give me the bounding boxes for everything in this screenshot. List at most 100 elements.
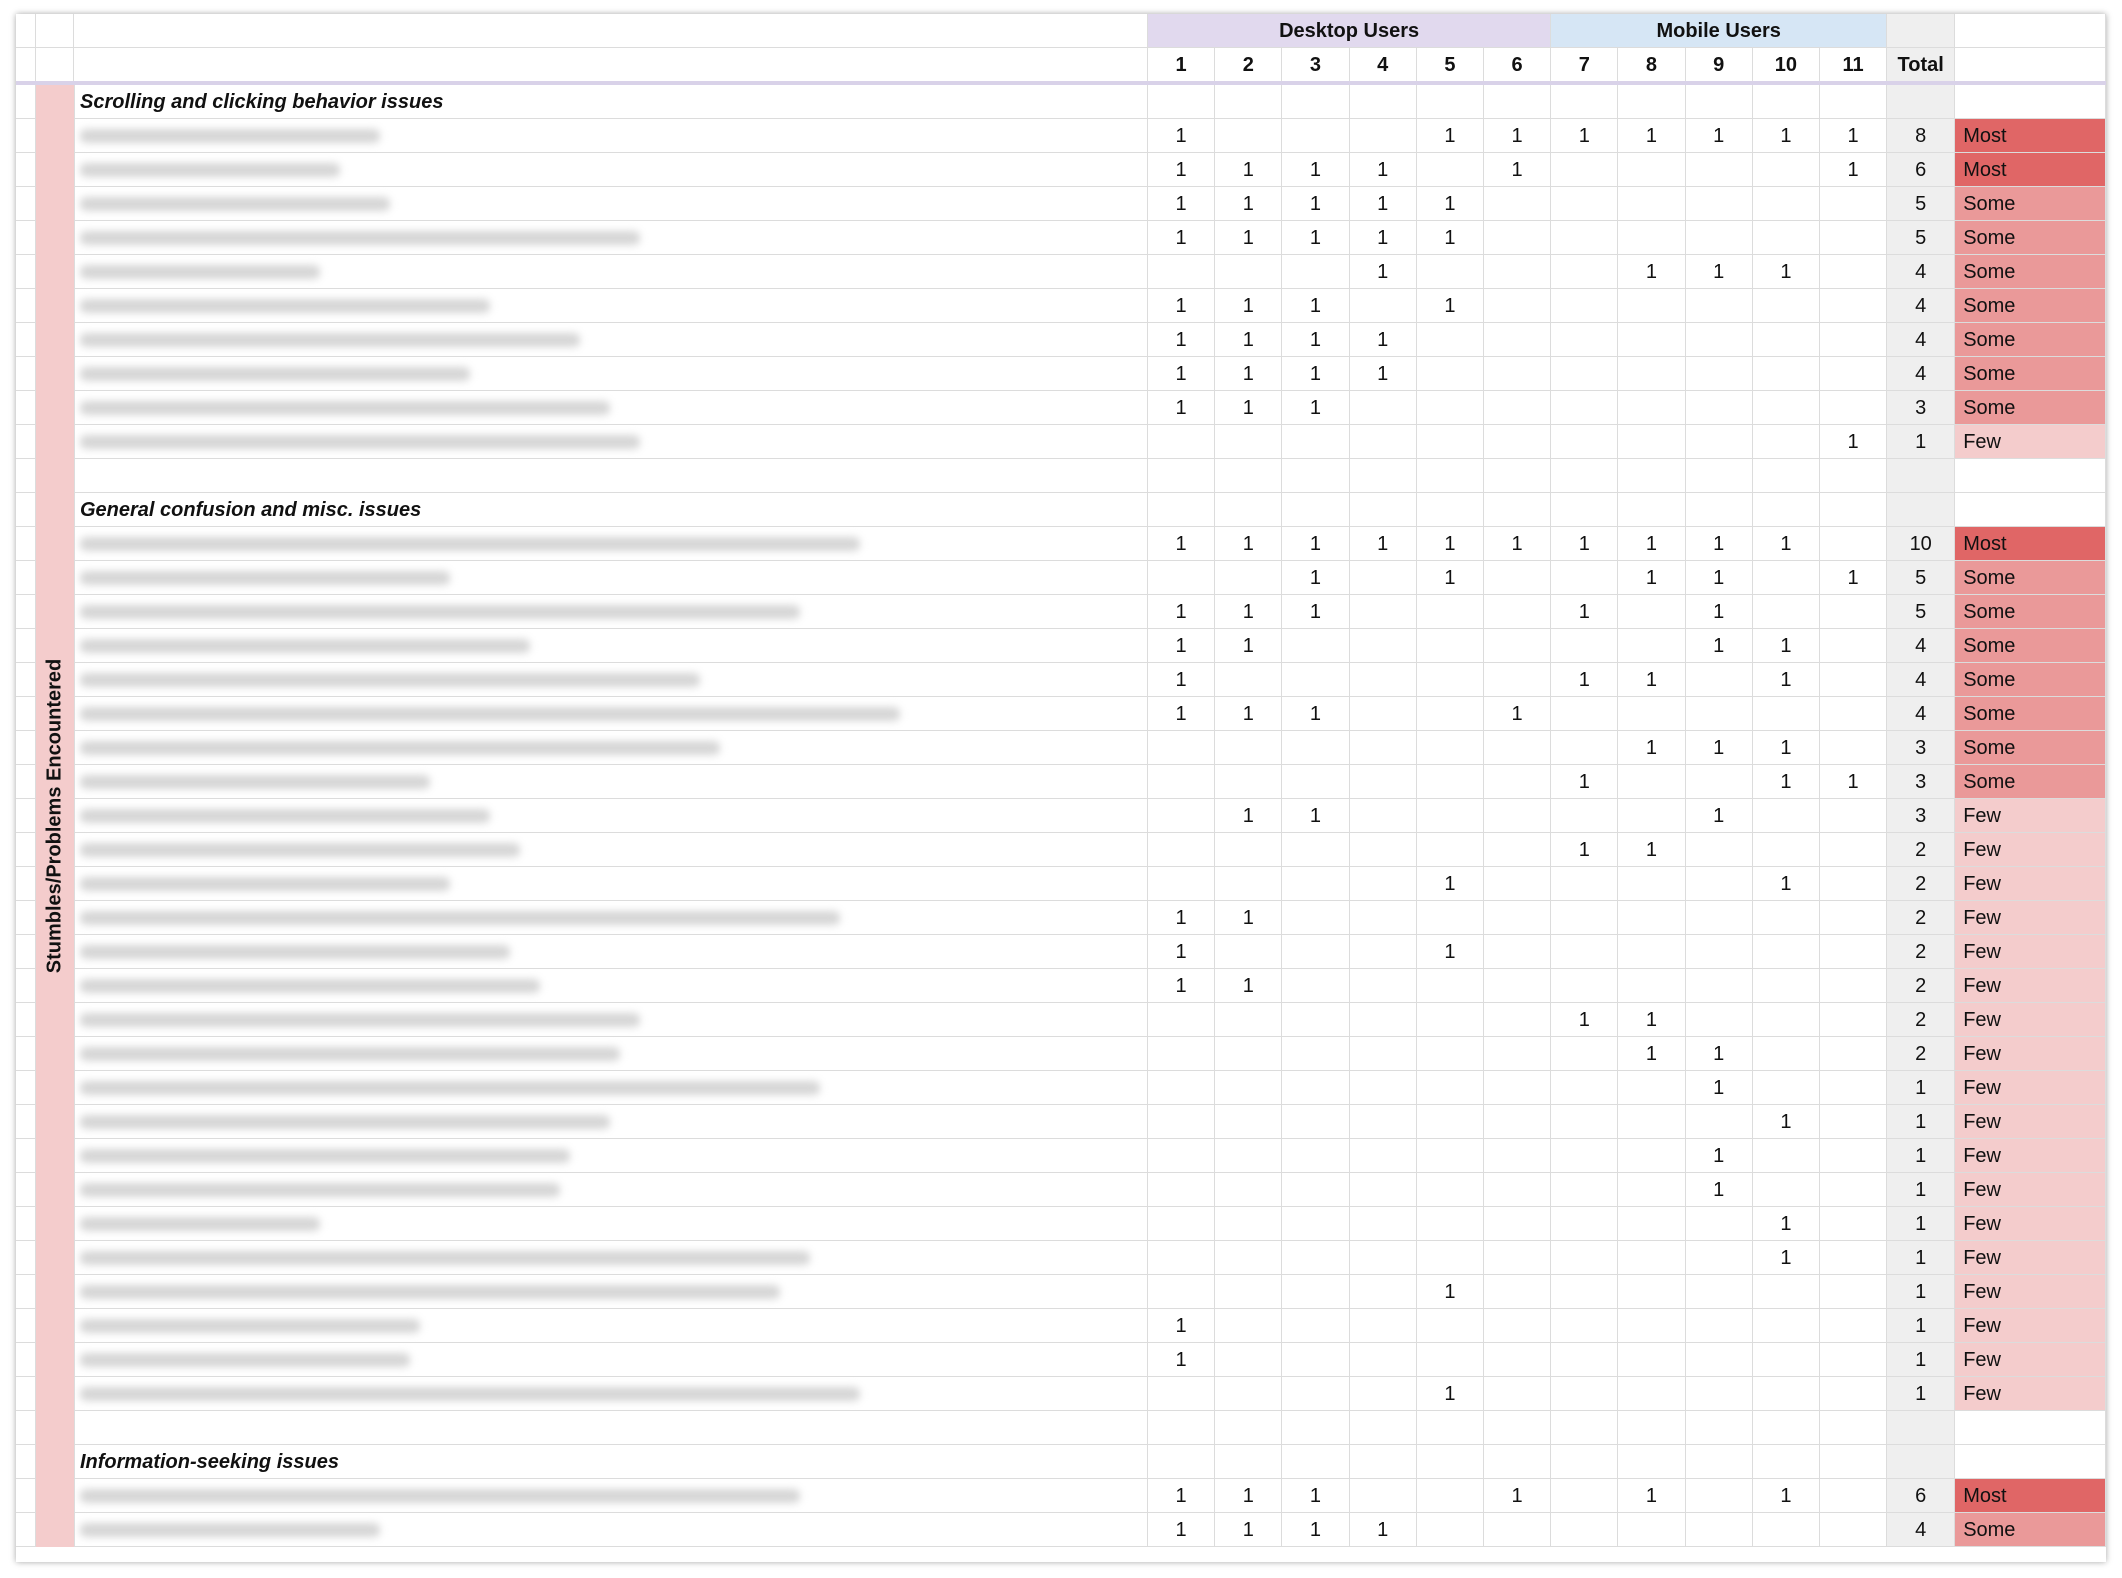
- user-5-mark[interactable]: 1: [1416, 119, 1484, 153]
- user-8-mark[interactable]: [1618, 901, 1686, 935]
- user-11-mark[interactable]: [1820, 1241, 1888, 1275]
- user-7-mark[interactable]: [1551, 153, 1619, 187]
- user-6-mark[interactable]: 1: [1484, 119, 1552, 153]
- user-11-mark[interactable]: 1: [1820, 765, 1888, 799]
- user-6-mark[interactable]: [1484, 1377, 1552, 1411]
- empty-cell[interactable]: [1484, 85, 1552, 119]
- user-4-mark[interactable]: [1349, 1241, 1417, 1275]
- user-2-mark[interactable]: [1215, 1037, 1283, 1071]
- empty-cell[interactable]: [1820, 85, 1888, 119]
- issue-description-redacted[interactable]: [74, 697, 1148, 731]
- row-total[interactable]: 5: [1887, 221, 1956, 255]
- user-3-mark[interactable]: [1282, 663, 1350, 697]
- user-5-mark[interactable]: 1: [1416, 561, 1484, 595]
- user-3-mark[interactable]: 1: [1282, 391, 1350, 425]
- row-total[interactable]: 1: [1887, 1275, 1956, 1309]
- row-number-cell[interactable]: [16, 901, 36, 935]
- row-number-cell[interactable]: [16, 867, 36, 901]
- row-number-cell[interactable]: [16, 697, 36, 731]
- user-5-mark[interactable]: [1416, 833, 1484, 867]
- user-10-mark[interactable]: [1752, 153, 1820, 187]
- row-total[interactable]: 6: [1887, 153, 1956, 187]
- user-7-mark[interactable]: 1: [1551, 663, 1619, 697]
- user-10-mark[interactable]: [1752, 935, 1820, 969]
- row-number-cell[interactable]: [16, 187, 36, 221]
- user-3-mark[interactable]: 1: [1282, 799, 1350, 833]
- user-5-mark[interactable]: [1416, 255, 1484, 289]
- frequency-label[interactable]: Some: [1955, 765, 2106, 799]
- row-total[interactable]: 1: [1887, 1139, 1956, 1173]
- user-6-mark[interactable]: [1484, 935, 1552, 969]
- user-10-mark[interactable]: 1: [1752, 527, 1820, 561]
- section-title[interactable]: Scrolling and clicking behavior issues: [74, 85, 1148, 119]
- user-3-mark[interactable]: 1: [1282, 1479, 1350, 1513]
- header-blank-cell[interactable]: [74, 14, 1148, 48]
- issue-description-redacted[interactable]: [74, 663, 1148, 697]
- empty-cell[interactable]: [1215, 1411, 1283, 1445]
- user-7-mark[interactable]: [1551, 799, 1619, 833]
- user-11-mark[interactable]: [1820, 1207, 1888, 1241]
- user-10-mark[interactable]: 1: [1752, 1105, 1820, 1139]
- empty-cell[interactable]: [1349, 459, 1417, 493]
- user-10-mark[interactable]: 1: [1752, 765, 1820, 799]
- user-6-mark[interactable]: [1484, 255, 1552, 289]
- user-7-mark[interactable]: 1: [1551, 1003, 1619, 1037]
- row-number-cell[interactable]: [16, 1003, 36, 1037]
- user-3-mark[interactable]: 1: [1282, 561, 1350, 595]
- user-4-mark[interactable]: [1349, 799, 1417, 833]
- frequency-label[interactable]: Few: [1955, 1105, 2106, 1139]
- empty-cell[interactable]: [1148, 85, 1216, 119]
- row-number-cell[interactable]: [16, 1037, 36, 1071]
- user-8-mark[interactable]: [1618, 323, 1686, 357]
- user-5-mark[interactable]: [1416, 1139, 1484, 1173]
- row-number-cell[interactable]: [16, 1071, 36, 1105]
- user-8-mark[interactable]: [1618, 187, 1686, 221]
- user-7-mark[interactable]: [1551, 1479, 1619, 1513]
- user-2-mark[interactable]: [1215, 1105, 1283, 1139]
- user-9-mark[interactable]: 1: [1685, 255, 1753, 289]
- frequency-label[interactable]: Some: [1955, 731, 2106, 765]
- user-8-mark[interactable]: [1618, 1343, 1686, 1377]
- user-9-mark[interactable]: 1: [1685, 1071, 1753, 1105]
- user-3-mark[interactable]: [1282, 867, 1350, 901]
- user-11-mark[interactable]: [1820, 731, 1888, 765]
- empty-cell[interactable]: [1551, 1411, 1619, 1445]
- user-6-mark[interactable]: [1484, 187, 1552, 221]
- row-number-cell[interactable]: [16, 323, 36, 357]
- user-3-mark[interactable]: [1282, 935, 1350, 969]
- user-11-mark[interactable]: 1: [1820, 425, 1888, 459]
- user-5-mark[interactable]: [1416, 391, 1484, 425]
- user-4-mark[interactable]: 1: [1349, 357, 1417, 391]
- section-title[interactable]: General confusion and misc. issues: [74, 493, 1148, 527]
- user-10-mark[interactable]: [1752, 1071, 1820, 1105]
- row-total[interactable]: 4: [1887, 629, 1956, 663]
- row-number-cell[interactable]: [16, 1513, 36, 1547]
- issue-description-redacted[interactable]: [74, 1071, 1148, 1105]
- user-7-mark[interactable]: [1551, 255, 1619, 289]
- header-total-blank[interactable]: [1887, 14, 1956, 48]
- user-3-mark[interactable]: [1282, 1207, 1350, 1241]
- user-8-mark[interactable]: 1: [1618, 1037, 1686, 1071]
- user-11-mark[interactable]: [1820, 1037, 1888, 1071]
- user-7-mark[interactable]: [1551, 1241, 1619, 1275]
- user-1-mark[interactable]: 1: [1148, 663, 1216, 697]
- frequency-label[interactable]: Few: [1955, 867, 2106, 901]
- user-6-mark[interactable]: [1484, 663, 1552, 697]
- user-5-mark[interactable]: [1416, 425, 1484, 459]
- user-11-mark[interactable]: [1820, 1071, 1888, 1105]
- empty-cell[interactable]: [1820, 1445, 1888, 1479]
- frequency-label[interactable]: Some: [1955, 629, 2106, 663]
- user-5-mark[interactable]: 1: [1416, 1275, 1484, 1309]
- header-user-6[interactable]: 6: [1484, 48, 1552, 82]
- user-1-mark[interactable]: [1148, 425, 1216, 459]
- user-10-mark[interactable]: [1752, 391, 1820, 425]
- user-2-mark[interactable]: 1: [1215, 1479, 1283, 1513]
- row-number-cell[interactable]: [16, 459, 36, 493]
- user-2-mark[interactable]: [1215, 1003, 1283, 1037]
- user-1-mark[interactable]: [1148, 1377, 1216, 1411]
- user-5-mark[interactable]: [1416, 1241, 1484, 1275]
- user-7-mark[interactable]: [1551, 187, 1619, 221]
- user-4-mark[interactable]: [1349, 969, 1417, 1003]
- user-3-mark[interactable]: [1282, 1173, 1350, 1207]
- row-number-cell[interactable]: [16, 289, 36, 323]
